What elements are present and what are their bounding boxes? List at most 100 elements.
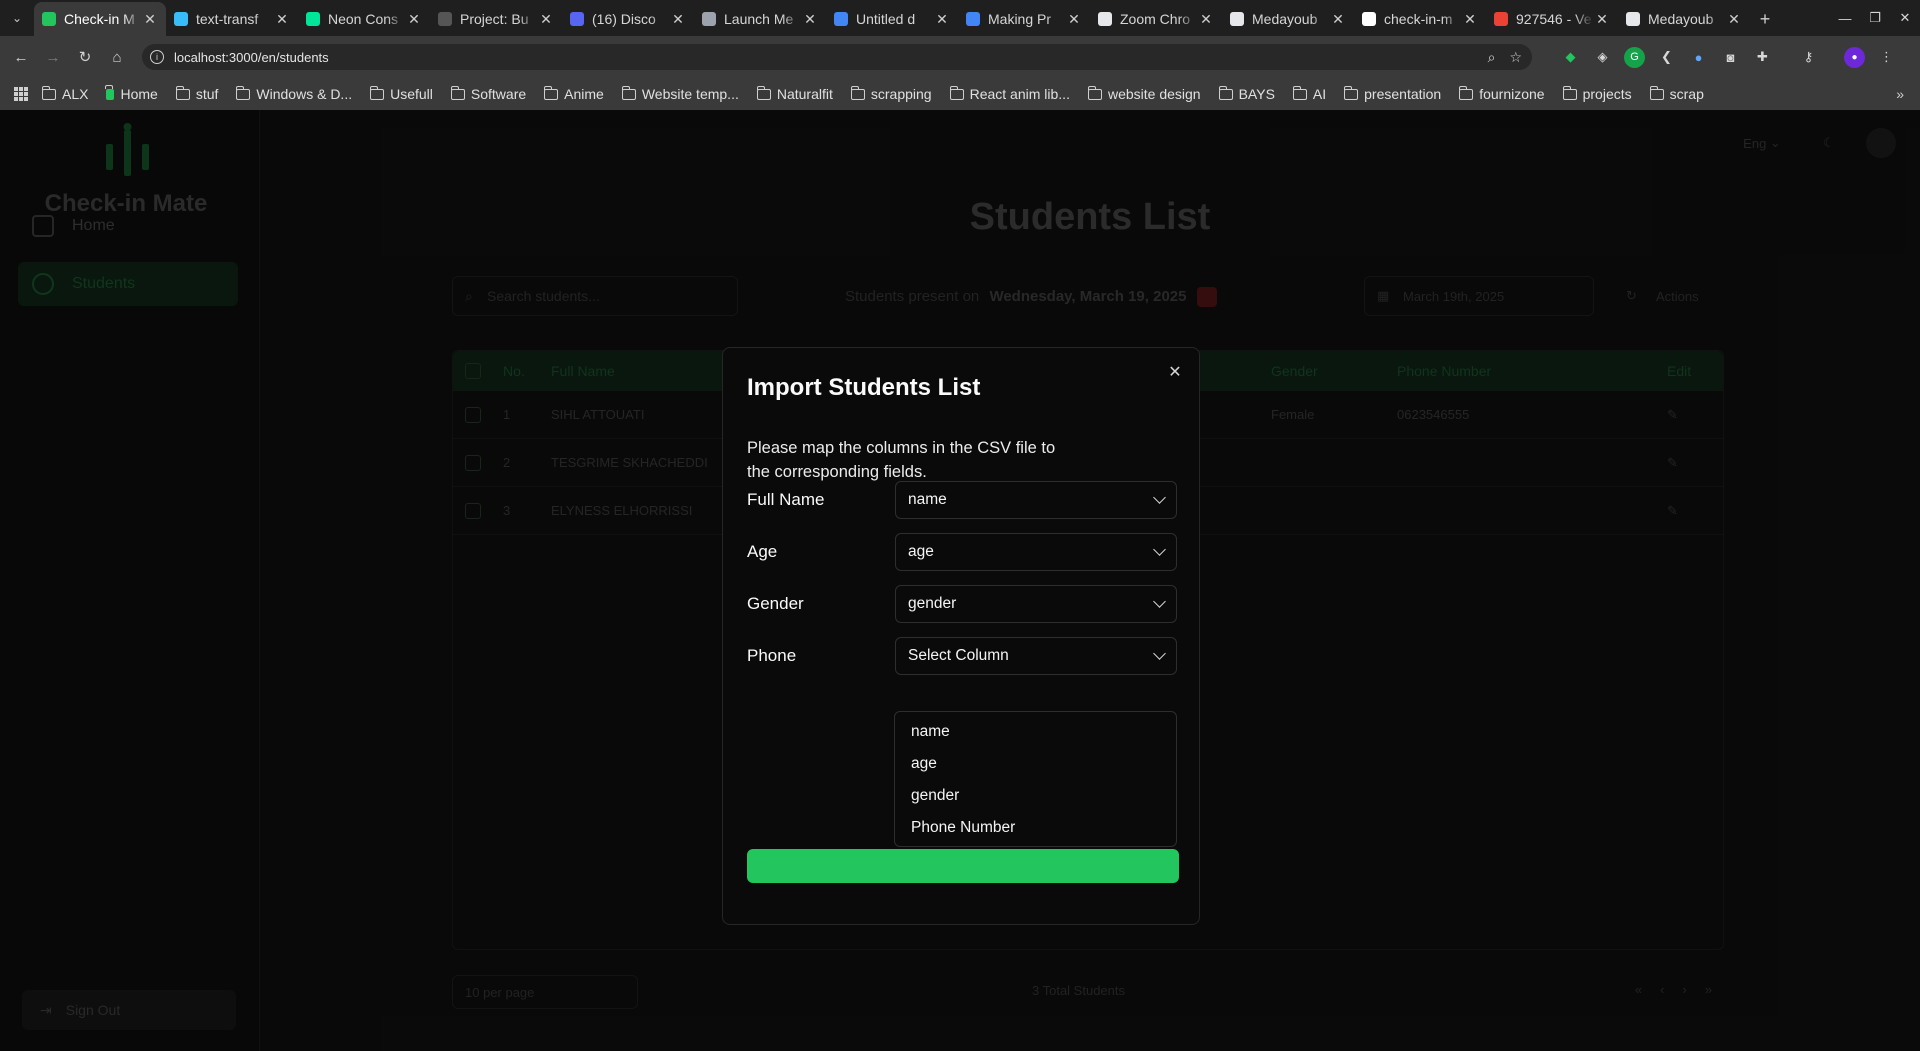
close-window-icon[interactable]: ✕: [1890, 0, 1920, 36]
bookmark-item[interactable]: Usefull: [370, 85, 433, 102]
bookmark-item[interactable]: scrapping: [850, 85, 932, 102]
back-icon[interactable]: ←: [8, 44, 34, 70]
site-info-icon[interactable]: i: [150, 50, 164, 64]
dropdown-option[interactable]: name: [899, 716, 1172, 748]
close-tab-icon[interactable]: ✕: [1198, 11, 1214, 28]
browser-tab[interactable]: Zoom Chro ✕: [1090, 2, 1222, 36]
more-bookmarks-icon[interactable]: »: [1896, 86, 1904, 102]
bookmark-favicon-icon: [105, 84, 115, 100]
bookmark-item[interactable]: Website temp...: [621, 85, 739, 102]
field-label: Gender: [747, 594, 804, 613]
screenshot-icon[interactable]: ◙: [1720, 47, 1741, 68]
bookmark-item[interactable]: ALX: [42, 85, 89, 102]
field-label: Full Name: [747, 490, 825, 509]
close-tab-icon[interactable]: ✕: [934, 11, 950, 28]
bookmark-label: Windows & D...: [256, 86, 353, 102]
browser-menu-icon[interactable]: ⋮: [1876, 47, 1897, 68]
restore-icon[interactable]: ❐: [1860, 0, 1890, 36]
close-tab-icon[interactable]: ✕: [1726, 11, 1742, 28]
bookmark-item[interactable]: projects: [1562, 85, 1632, 102]
browser-tab[interactable]: Neon Cons ✕: [298, 2, 430, 36]
browser-tab[interactable]: check-in-m ✕: [1354, 2, 1486, 36]
bookmark-label: scrapping: [870, 86, 932, 102]
browser-tab[interactable]: Making Pr ✕: [958, 2, 1090, 36]
bookmark-item[interactable]: AI: [1292, 85, 1326, 102]
bookmark-item[interactable]: Windows & D...: [236, 85, 353, 102]
forward-icon[interactable]: →: [40, 44, 66, 70]
bookmark-item[interactable]: presentation: [1344, 85, 1441, 102]
dropdown-option[interactable]: gender: [899, 780, 1172, 812]
extensions-puzzle-icon[interactable]: ✚: [1752, 47, 1773, 68]
close-tab-icon[interactable]: ✕: [1066, 11, 1082, 28]
select-value: Select Column: [908, 647, 1009, 664]
close-tab-icon[interactable]: ✕: [1330, 11, 1346, 28]
tab-favicon-icon: [570, 12, 584, 26]
bookmark-label: stuf: [195, 86, 219, 102]
bookmark-item[interactable]: website design: [1087, 85, 1201, 102]
extensions-area: ◆ ◈ G ❮ ● ◙ ✚ ⚷ ● ⋮: [1560, 44, 1897, 70]
profile-avatar[interactable]: ●: [1844, 46, 1865, 68]
close-tab-icon[interactable]: ✕: [406, 11, 422, 28]
age-column-select[interactable]: age: [895, 533, 1177, 571]
gender-column-select[interactable]: gender: [895, 585, 1177, 623]
bookmark-star-icon[interactable]: ☆: [1509, 49, 1522, 66]
field-label: Phone: [747, 646, 797, 665]
minimize-icon[interactable]: —: [1830, 0, 1860, 36]
import-submit-button[interactable]: [747, 849, 1179, 883]
tab-favicon-icon: [1230, 12, 1244, 26]
tab-label: Medayoub: [1648, 11, 1714, 27]
browser-tab[interactable]: (16) Disco ✕: [562, 2, 694, 36]
tab-label: 927546 - Ve: [1516, 11, 1592, 27]
bookmark-item[interactable]: React anim lib...: [949, 85, 1070, 102]
tab-label: Zoom Chro: [1120, 11, 1191, 27]
close-tab-icon[interactable]: ✕: [670, 11, 686, 28]
folder-icon: [1562, 85, 1577, 100]
close-icon[interactable]: ✕: [1165, 362, 1185, 382]
extension-arrow-icon[interactable]: ❮: [1656, 47, 1677, 68]
home-icon[interactable]: ⌂: [104, 44, 130, 70]
browser-tab[interactable]: Untitled d ✕: [826, 2, 958, 36]
browser-tab[interactable]: Check-in M ✕: [34, 2, 166, 36]
extension-icon[interactable]: ◆: [1560, 47, 1581, 68]
bookmark-item[interactable]: Naturalfit: [756, 85, 833, 102]
folder-icon: [1344, 85, 1359, 100]
browser-tab-strip: ⌄ Check-in M ✕ text-transf ✕ Neon Cons ✕ Proje…: [0, 0, 1920, 36]
apps-grid-icon[interactable]: [14, 87, 28, 101]
bookmark-item[interactable]: fournizone: [1459, 85, 1545, 102]
dropdown-option[interactable]: Phone Number: [899, 812, 1172, 844]
new-tab-button[interactable]: +: [1750, 2, 1780, 36]
tab-favicon-icon: [966, 12, 980, 26]
browser-tab[interactable]: Project: Bu ✕: [430, 2, 562, 36]
bookmark-item[interactable]: stuf: [175, 85, 219, 102]
extension-cloud-icon[interactable]: ●: [1688, 47, 1709, 68]
browser-tab[interactable]: text-transf ✕: [166, 2, 298, 36]
bookmark-item[interactable]: Software: [450, 85, 526, 102]
reload-icon[interactable]: ↻: [72, 44, 98, 70]
browser-tab[interactable]: 927546 - Ve ✕: [1486, 2, 1618, 36]
browser-tab[interactable]: Launch Me ✕: [694, 2, 826, 36]
bookmark-item[interactable]: scrap: [1649, 85, 1704, 102]
zoom-icon[interactable]: ⌕: [1488, 49, 1496, 66]
browser-tab[interactable]: Medayoub ✕: [1222, 2, 1354, 36]
bookmark-item[interactable]: Anime: [544, 85, 604, 102]
phone-column-select[interactable]: Select Column: [895, 637, 1177, 675]
tab-favicon-icon: [1098, 12, 1112, 26]
grammarly-icon[interactable]: G: [1624, 46, 1645, 68]
close-tab-icon[interactable]: ✕: [142, 11, 158, 28]
browser-tab[interactable]: Medayoub ✕: [1618, 2, 1750, 36]
address-bar[interactable]: i localhost:3000/en/students ⌕ ☆: [142, 44, 1532, 70]
dropdown-option[interactable]: age: [899, 748, 1172, 780]
close-tab-icon[interactable]: ✕: [538, 11, 554, 28]
close-tab-icon[interactable]: ✕: [1594, 11, 1610, 28]
tab-label: Making Pr: [988, 11, 1052, 27]
bookmark-item[interactable]: BAYS: [1218, 85, 1275, 102]
close-tab-icon[interactable]: ✕: [1462, 11, 1478, 28]
bookmark-label: ALX: [62, 86, 89, 102]
bookmark-item[interactable]: Home: [105, 84, 158, 102]
extension-shield-icon[interactable]: ◈: [1592, 47, 1613, 68]
tab-search-chevron-icon[interactable]: ⌄: [0, 0, 34, 36]
password-key-icon[interactable]: ⚷: [1798, 47, 1819, 68]
close-tab-icon[interactable]: ✕: [274, 11, 290, 28]
close-tab-icon[interactable]: ✕: [802, 11, 818, 28]
full-name-column-select[interactable]: name: [895, 481, 1177, 519]
